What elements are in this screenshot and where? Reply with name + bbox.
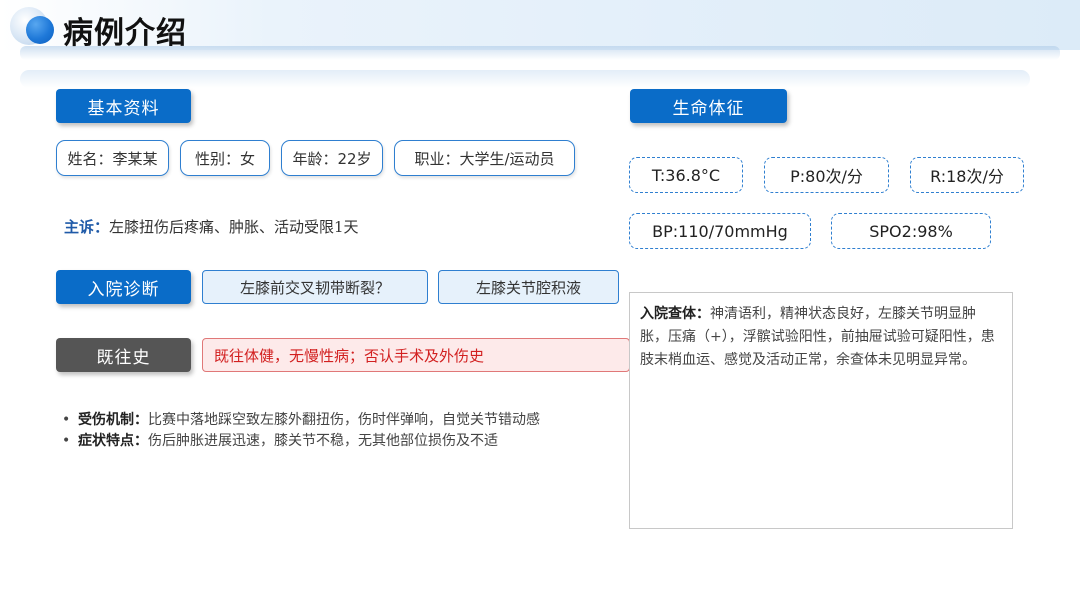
list-item: • 受伤机制： 比赛中落地踩空致左膝外翻扭伤，伤时伴弹响，自觉关节错动感: [62, 410, 540, 431]
decorative-circle-blue: [26, 16, 54, 44]
injury-details: • 受伤机制： 比赛中落地踩空致左膝外翻扭伤，伤时伴弹响，自觉关节错动感 • 症…: [62, 410, 540, 452]
physical-exam-box: 入院查体：神清语利，精神状态良好，左膝关节明显肿胀，压痛（+），浮髌试验阳性，前…: [629, 292, 1013, 529]
page-title: 病例介绍: [63, 16, 187, 51]
list-item: • 症状特点： 伤后肿胀进展迅速，膝关节不稳，无其他部位损伤及不适: [62, 431, 540, 452]
chief-complaint: 主诉：左膝扭伤后疼痛、肿胀、活动受限1天: [64, 216, 359, 237]
list-item-label: 症状特点：: [78, 433, 148, 449]
bullet-icon: •: [62, 433, 71, 449]
bullet-icon: •: [62, 412, 71, 428]
physical-exam-label: 入院查体：: [640, 306, 710, 322]
diagnosis-item: 左膝关节腔积液: [438, 270, 619, 304]
past-history-tag: 既往史: [56, 338, 191, 372]
diagnosis-item: 左膝前交叉韧带断裂？: [202, 270, 428, 304]
list-item-text: 比赛中落地踩空致左膝外翻扭伤，伤时伴弹响，自觉关节错动感: [148, 412, 540, 428]
chief-complaint-label: 主诉：: [64, 218, 110, 236]
gender-pill: 性别：女: [180, 140, 270, 176]
blood-pressure-value: BP:110/70mmHg: [629, 213, 811, 249]
respiration-value: R:18次/分: [910, 157, 1024, 193]
temperature-value: T:36.8°C: [629, 157, 743, 193]
admission-diagnosis-tag: 入院诊断: [56, 270, 191, 304]
chief-complaint-text: 左膝扭伤后疼痛、肿胀、活动受限1天: [109, 218, 359, 236]
name-pill: 姓名：李某某: [56, 140, 169, 176]
spo2-value: SPO2:98%: [831, 213, 991, 249]
age-pill: 年龄：22岁: [281, 140, 383, 176]
basic-info-tag: 基本资料: [56, 89, 191, 123]
occupation-pill: 职业：大学生/运动员: [394, 140, 575, 176]
header-decoration: [20, 70, 1030, 88]
pulse-value: P:80次/分: [764, 157, 889, 193]
past-history-text: 既往体健，无慢性病；否认手术及外伤史: [202, 338, 630, 372]
list-item-text: 伤后肿胀进展迅速，膝关节不稳，无其他部位损伤及不适: [148, 433, 498, 449]
list-item-label: 受伤机制：: [78, 412, 148, 428]
vitals-tag: 生命体征: [630, 89, 787, 123]
